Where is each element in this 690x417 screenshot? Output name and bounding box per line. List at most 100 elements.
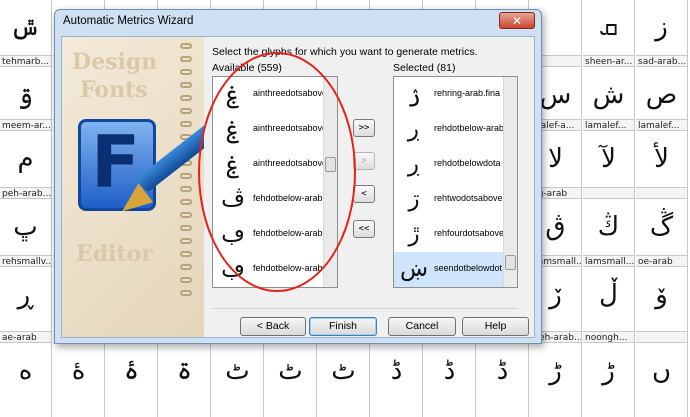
list-item-glyph: ښ: [400, 256, 429, 282]
list-item[interactable]: ڙ rehfourdotsabove: [394, 217, 503, 252]
notebook-rings: [180, 43, 196, 333]
list-item-name: ainthreedotsabove: [253, 123, 323, 133]
glyph-name-label: [636, 331, 687, 343]
glyph-cell[interactable]: لآ: [583, 132, 635, 200]
glyph-preview: ݜ: [10, 12, 41, 42]
glyph-cell[interactable]: ش lamalef...: [583, 68, 635, 132]
glyph-cell[interactable]: ڭ lamsmall...: [583, 200, 635, 268]
glyph-cell[interactable]: ز sad-arab...: [636, 0, 688, 68]
glyph-cell[interactable]: ڑ: [583, 344, 635, 417]
glyph-cell[interactable]: ڕ ae-arab: [0, 268, 52, 344]
glyph-preview: ڑ: [549, 356, 562, 386]
instruction-text: Select the glyphs for which you want to …: [212, 46, 478, 58]
list-item-glyph: ڗ: [408, 186, 420, 212]
glyph-cell[interactable]: ۆ: [636, 268, 688, 344]
glyph-name-label: rehsmallv...: [0, 255, 51, 267]
wizard-artwork: Design Fonts Editor F: [62, 37, 204, 337]
selected-scroll-thumb[interactable]: [505, 255, 516, 270]
glyph-preview: ۂ: [123, 356, 140, 386]
available-scrollbar[interactable]: [323, 77, 337, 287]
glyph-cell[interactable]: ۂ: [106, 344, 158, 417]
list-item[interactable]: ڢ fehdotbelow-arab: [213, 252, 323, 287]
list-item[interactable]: ۯ rehring-arab.fina: [394, 77, 503, 112]
glyph-cell[interactable]: ܩ sheen-ar...: [583, 0, 635, 68]
glyph-cell[interactable]: ٹ: [318, 344, 370, 417]
back-button[interactable]: < Back: [240, 317, 306, 336]
title-bar: Automatic Metrics Wizard ✕: [55, 10, 541, 34]
glyph-cell[interactable]: ڑ: [530, 344, 582, 417]
glyph-cell[interactable]: ٹ: [265, 344, 317, 417]
list-item-name: seendotbelowdot: [434, 263, 503, 273]
list-item[interactable]: ڗ rehtwodotsabove: [394, 182, 503, 217]
glyph-cell[interactable]: ٹ: [212, 344, 264, 417]
list-item[interactable]: ڔ rehdotbelowdota: [394, 147, 503, 182]
glyph-name-label: noongh...: [583, 331, 634, 343]
glyph-cell[interactable]: ۊ meem-ar...: [0, 68, 52, 132]
glyph-cell[interactable]: ں: [636, 344, 688, 417]
glyph-cell[interactable]: ڈ: [371, 344, 423, 417]
dialog-client-area: Design Fonts Editor F Select the glyphs …: [61, 36, 535, 338]
available-glyphs-list[interactable]: ڢ fehdotbelow-arab ڢ fehdotbelow-arab ڤ fehdo…: [212, 76, 338, 288]
list-item-glyph: ۼ: [226, 81, 240, 107]
glyph-cell[interactable]: ڴ oe-arab: [636, 200, 688, 268]
list-item-glyph: ڢ: [221, 221, 245, 247]
glyph-preview: لأ: [654, 144, 669, 174]
glyph-preview: ه: [18, 356, 33, 386]
list-item[interactable]: ڔ rehdotbelow-arab: [394, 112, 503, 147]
list-item-name: rehtwodotsabove: [434, 193, 503, 203]
list-item[interactable]: ۼ ainthreedotsabove: [213, 112, 323, 147]
list-item[interactable]: ښ seendotbelowdot: [394, 252, 503, 287]
glyph-cell[interactable]: م peh-arab...: [0, 132, 52, 200]
remove-all-button[interactable]: <<: [353, 220, 375, 238]
glyph-name-label: lamalef...: [583, 119, 634, 131]
glyph-cell[interactable]: ڵ noongh...: [583, 268, 635, 344]
glyph-preview: ڑ: [602, 356, 615, 386]
selected-scrollbar[interactable]: [503, 77, 517, 287]
glyph-cell[interactable]: ص lamalef...: [636, 68, 688, 132]
glyph-cell[interactable]: ݜ tehmarb...: [0, 0, 52, 68]
list-item-glyph: ۼ: [226, 151, 240, 177]
glyph-preview: ص: [645, 80, 678, 110]
watermark-word-fonts: Fonts: [80, 77, 148, 103]
add-button[interactable]: >: [353, 152, 375, 170]
list-item[interactable]: ڢ fehdotbelow-arab: [213, 217, 323, 252]
metrics-wizard-dialog: Automatic Metrics Wizard ✕ Design Fonts …: [54, 9, 542, 344]
help-button[interactable]: Help: [462, 317, 529, 336]
selected-label: Selected (81): [393, 62, 456, 74]
glyph-cell[interactable]: ڈ: [477, 344, 529, 417]
glyph-cell[interactable]: ڈ: [424, 344, 476, 417]
glyph-cell[interactable]: ۀ: [53, 344, 105, 417]
glyph-name-label: tehmarb...: [0, 55, 51, 67]
glyph-preview: ٹ: [331, 356, 356, 386]
glyph-preview: ڕ: [17, 280, 34, 310]
list-item[interactable]: ۼ ainthreedotsabove: [213, 147, 323, 182]
list-item[interactable]: ڤ fehdotbelow-arab: [213, 182, 323, 217]
glyph-preview: ۊ: [17, 80, 34, 110]
glyph-cell[interactable]: ۃ: [159, 344, 211, 417]
list-item-name: ainthreedotsabove: [253, 158, 323, 168]
glyph-name-label: [583, 187, 634, 199]
glyph-name-label: sheen-ar...: [583, 55, 634, 67]
available-scroll-thumb[interactable]: [325, 157, 336, 172]
list-item-glyph: ڤ: [221, 186, 245, 212]
watermark-word-editor: Editor: [76, 241, 153, 267]
list-item-name: fehdotbelow-arab: [253, 193, 323, 203]
list-item-name: fehdotbelow-arab: [253, 228, 323, 238]
selected-glyphs-list[interactable]: ښ seendotbelowdot ڙ rehfourdotsabove ڗ rehtwo…: [393, 76, 518, 288]
add-all-button[interactable]: >>: [353, 119, 375, 137]
glyph-name-label: ae-arab: [0, 331, 51, 343]
glyph-preview: ڈ: [390, 356, 403, 386]
close-button[interactable]: ✕: [499, 12, 535, 29]
cancel-button[interactable]: Cancel: [388, 317, 456, 336]
glyph-cell[interactable]: ڀ rehsmallv...: [0, 200, 52, 268]
button-separator: [212, 308, 518, 309]
list-item-glyph: ڔ: [407, 116, 421, 142]
glyph-cell[interactable]: ه: [0, 344, 52, 417]
glyph-name-label: [636, 187, 687, 199]
remove-button[interactable]: <: [353, 185, 375, 203]
glyph-cell[interactable]: لأ: [636, 132, 688, 200]
list-item[interactable]: ۼ ainthreedotsabove: [213, 77, 323, 112]
finish-button[interactable]: Finish: [309, 317, 377, 336]
glyph-name-label: peh-arab...: [0, 187, 51, 199]
list-item-glyph: ۯ: [407, 81, 421, 107]
